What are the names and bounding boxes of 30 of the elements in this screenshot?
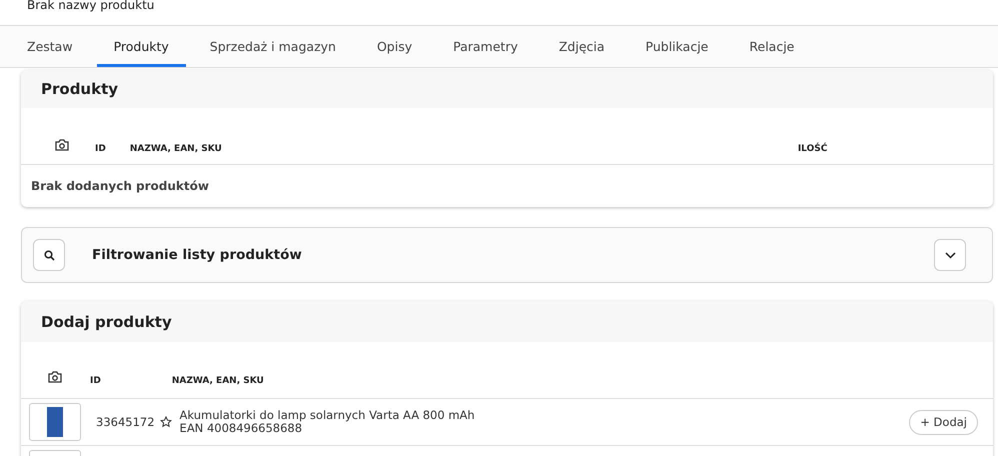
chevron-icon	[944, 252, 956, 258]
filter-title: Filtrowanie listy produktów	[92, 247, 303, 263]
tab[interactable]: Produkty	[96, 26, 186, 67]
tab[interactable]: Opisy	[360, 26, 430, 67]
page-title: Brak nazwy produktu	[27, 0, 154, 12]
tab[interactable]: Publikacje	[628, 26, 726, 67]
card-title: Produkty	[41, 80, 118, 98]
tab[interactable]: Zdjęcia	[542, 26, 622, 67]
product-name: Akumulatorki do lamp solarnych Varta AA 800 mAh	[180, 409, 476, 422]
tab[interactable]: Zestaw	[10, 26, 90, 67]
product-id: 33645172	[96, 415, 155, 429]
column-header: ILOŚĆ	[798, 144, 828, 154]
search-icon	[44, 250, 54, 260]
product-ean: EAN 4008496658688	[180, 422, 302, 435]
camera-icon	[48, 371, 62, 383]
tab[interactable]: Parametry	[436, 26, 535, 67]
expand-button[interactable]	[934, 239, 966, 271]
card-title: Dodaj produkty	[41, 312, 172, 330]
column-header: ID	[95, 144, 106, 154]
column-header: NAZWA, EAN, SKU	[172, 376, 264, 386]
empty-message: Brak dodanych produktów	[31, 179, 209, 193]
camera-icon	[55, 139, 69, 151]
column-header: ID	[90, 376, 101, 386]
tab[interactable]: Sprzedaż i magazyn	[192, 26, 353, 67]
add-button[interactable]: + Dodaj	[909, 410, 978, 434]
photo-placeholder	[29, 403, 81, 441]
tab[interactable]: Relacje	[732, 26, 812, 67]
star-icon[interactable]	[160, 416, 172, 428]
column-header: NAZWA, EAN, SKU	[130, 144, 223, 154]
search-button[interactable]	[33, 239, 65, 271]
